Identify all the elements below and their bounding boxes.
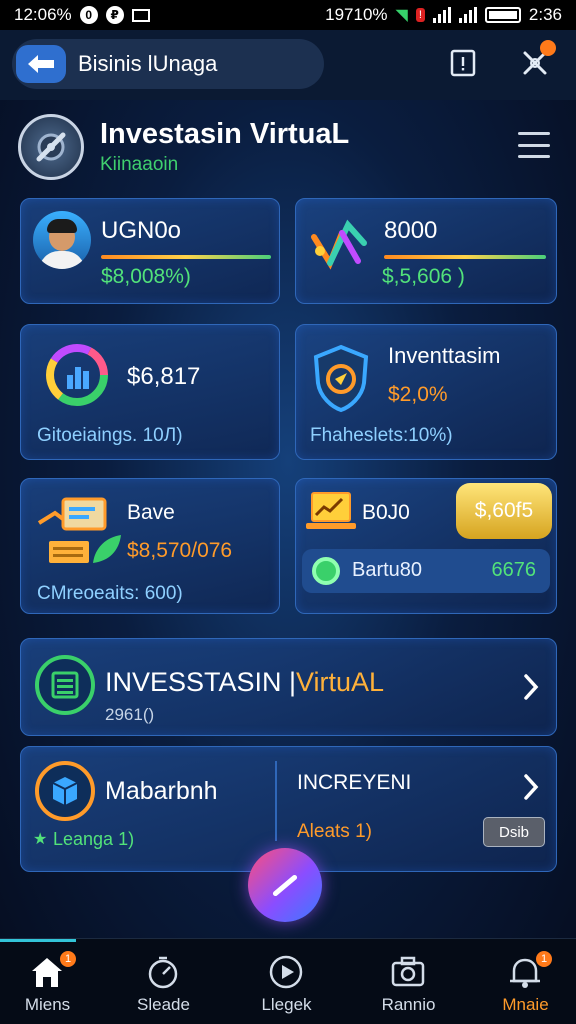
dsib-button[interactable]: Dsib (483, 817, 545, 847)
bottom-navigation: 1 Miens Sleade Llegek Rannio 1 Mnaie (0, 938, 576, 1024)
card-divider (275, 761, 277, 841)
save-card[interactable]: Bave $8,570/076 CMreoeaits: 600) (20, 478, 280, 614)
back-arrow-icon (28, 55, 54, 73)
investasin-label: Fhaheslets:10%) (310, 425, 453, 446)
bojo-card[interactable]: B0J0 $,60f5 Bartu80 6676 (295, 478, 557, 614)
mabarbnh-title: Mabarbnh (105, 777, 218, 805)
battery-icon (484, 7, 521, 23)
holdings-label: Gitoeiaings. 10Л) (37, 425, 183, 446)
colorful-logo-icon (311, 219, 367, 270)
camera-icon (391, 956, 425, 987)
increyeni-title: INCREYENI (297, 771, 412, 794)
save-value: $8,570/076 (127, 539, 233, 562)
nav-label-play: Llegek (261, 995, 312, 1014)
mabarbnh-sub: Leanga 1) (53, 829, 135, 849)
info-icon (450, 49, 476, 77)
banner-title-orange: VirtuAL (296, 667, 385, 697)
alerts-badge: 1 (536, 951, 552, 967)
avatar (33, 211, 91, 269)
signal-icon-2 (458, 7, 477, 23)
home-badge: 1 (60, 951, 76, 967)
bojo-title: B0J0 (362, 501, 410, 524)
investasin-value: $2,0% (388, 383, 448, 406)
logo-value-card[interactable]: 8000 $,5,606 ) (295, 198, 557, 304)
alert-icon: ! (415, 8, 425, 22)
investasin-card[interactable]: Inventtasim $2,0% Fhaheslets:10%) (295, 324, 557, 460)
star-icon: ★ (33, 831, 48, 848)
notification-dot-icon: 0 (79, 6, 98, 24)
app-bar-title: Bisinis lUnaga (78, 51, 218, 76)
chevron-right-icon-2[interactable] (522, 773, 540, 801)
nav-item-timer[interactable]: Sleade (106, 939, 221, 1024)
banner-title-white: INVESSTASIN | (105, 667, 297, 697)
chevron-right-icon[interactable] (522, 673, 540, 701)
save-title: Bave (127, 501, 175, 524)
gear-robot-icon (36, 132, 66, 162)
page-header: Investasin VirtuaL Kiinaaoin (18, 110, 558, 190)
app-notification-icon: ₽ (105, 6, 124, 24)
info-button[interactable] (448, 48, 478, 78)
profile-value: $8,008%) (101, 265, 191, 288)
donut-chart-icon (46, 344, 108, 406)
bojo-amount-button[interactable]: $,60f5 (456, 483, 552, 539)
nav-item-play[interactable]: Llegek (229, 939, 344, 1024)
timer-icon (148, 956, 178, 989)
status-bar: 12:06% 0 ₽ 19710% ◥ ! 2:36 (0, 0, 576, 30)
app-bar-title-pill: Bisinis lUnaga (12, 39, 324, 89)
banner-subtitle: 2961() (105, 705, 155, 724)
page-subtitle: Kiinaaoin (100, 154, 179, 175)
tools-badge (540, 40, 556, 56)
bartu-label: Bartu80 (352, 559, 423, 581)
shield-icon (313, 344, 369, 413)
play-icon (269, 955, 303, 989)
investasin-virtual-banner[interactable]: INVESSTASIN | VirtuAL 2961() (20, 638, 557, 736)
logo-card-sub: $,5,606 ) (382, 265, 465, 288)
status-percent: 19710% (325, 5, 388, 24)
holdings-value: $6,817 (127, 363, 201, 390)
money-stack-icon (37, 497, 121, 563)
status-time-right: 2:36 (528, 5, 562, 24)
status-dot-icon (312, 557, 340, 585)
cube-icon (35, 761, 95, 821)
profile-card[interactable]: UGN0o $8,008%) (20, 198, 280, 304)
bartu-row[interactable]: Bartu80 6676 (302, 549, 550, 593)
mail-icon (131, 8, 150, 22)
logo-card-gradient-divider (384, 255, 546, 259)
bartu-value: 6676 (491, 559, 537, 581)
brand-logo (18, 114, 84, 180)
nav-item-home[interactable]: 1 Miens (0, 939, 105, 1024)
investasin-title: Inventtasim (388, 343, 501, 368)
increyeni-sub: Aleats 1) (297, 821, 372, 842)
profile-gradient-divider (101, 255, 271, 259)
nav-label-timer: Sleade (137, 995, 190, 1014)
save-label: CMreoeaits: 600) (37, 583, 183, 604)
document-list-icon (35, 655, 95, 715)
profile-name: UGN0o (101, 217, 182, 244)
signal-icon (432, 7, 451, 23)
nav-label-alerts: Mnaie (502, 995, 549, 1014)
laptop-chart-icon (306, 492, 356, 529)
nav-label-camera: Rannio (381, 995, 436, 1014)
nav-item-alerts[interactable]: 1 Mnaie (468, 939, 576, 1024)
holdings-card[interactable]: $6,817 Gitoeiaings. 10Л) (20, 324, 280, 460)
wifi-icon: ◥ (395, 7, 408, 24)
back-button[interactable] (16, 45, 66, 83)
page-title: Investasin VirtuaL (100, 118, 350, 150)
nav-label-home: Miens (24, 995, 71, 1014)
edit-slash-icon (271, 873, 299, 897)
logo-card-value: 8000 (384, 217, 438, 244)
status-time-left: 12:06% (14, 5, 72, 24)
nav-item-camera[interactable]: Rannio (351, 939, 466, 1024)
app-bar: Bisinis lUnaga (0, 30, 576, 100)
tools-button[interactable] (520, 40, 556, 78)
hamburger-menu-icon[interactable] (518, 132, 550, 158)
edit-fab-button[interactable] (248, 848, 322, 922)
